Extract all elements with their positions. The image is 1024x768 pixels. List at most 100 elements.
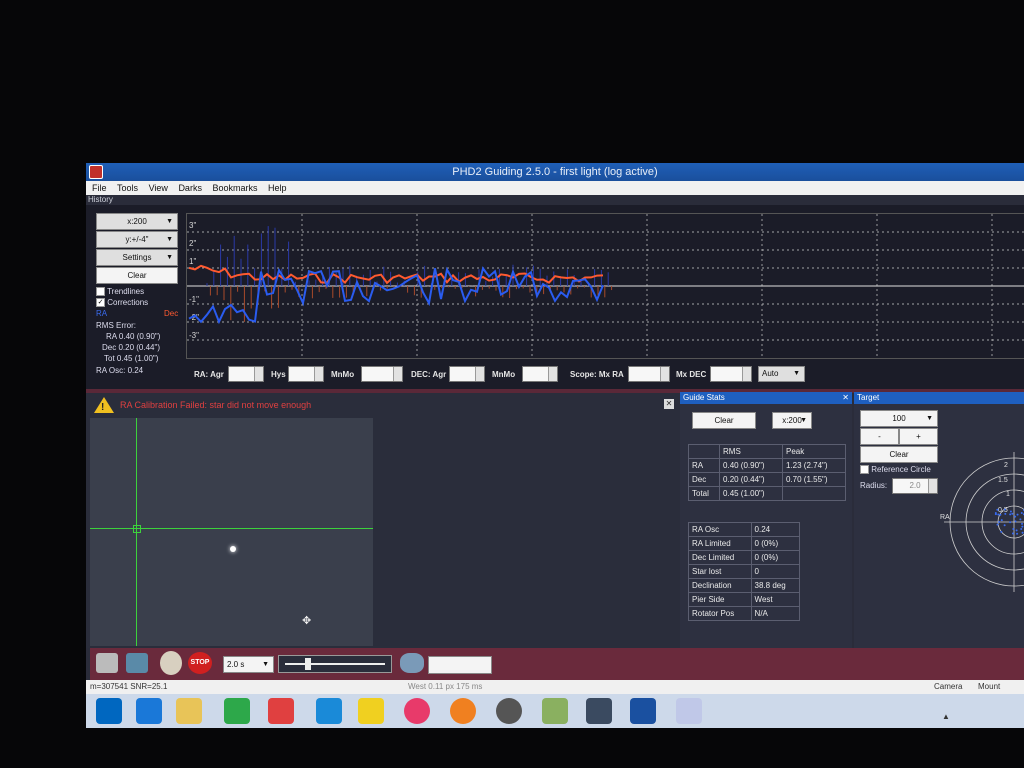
- close-icon[interactable]: ✕: [842, 392, 849, 404]
- row-label: Total: [687, 486, 721, 501]
- menu-view[interactable]: View: [149, 183, 168, 193]
- trendlines-checkbox[interactable]: [96, 287, 105, 297]
- detail-value: West: [750, 592, 801, 607]
- internet-explorer-icon[interactable]: [136, 698, 162, 724]
- target-clear-button[interactable]: Clear: [860, 446, 938, 463]
- status-snr: m=307541 SNR=25.1: [90, 682, 168, 691]
- guide-brain-icon[interactable]: [160, 651, 182, 675]
- mx-ra-spinner[interactable]: [628, 366, 670, 382]
- exposure-value: 2.0 s: [227, 660, 245, 669]
- corrections-option[interactable]: ✓ Corrections: [96, 298, 148, 308]
- target-dot: [1020, 511, 1023, 514]
- menu-tools[interactable]: Tools: [117, 183, 138, 193]
- firefox-icon[interactable]: [450, 698, 476, 724]
- ra-mnmo-spinner[interactable]: [361, 366, 403, 382]
- slider-thumb[interactable]: [305, 658, 311, 670]
- menu-darks[interactable]: Darks: [178, 183, 202, 193]
- target-dot: [1019, 518, 1022, 521]
- dec-legend: Dec: [164, 309, 179, 318]
- reference-circle-option[interactable]: Reference Circle: [860, 465, 931, 475]
- photos-icon[interactable]: [316, 698, 342, 724]
- target-dot: [1000, 530, 1003, 533]
- tray-arrow-icon[interactable]: ▲: [942, 712, 950, 721]
- target-zoom-dropdown[interactable]: 100 ▼: [860, 410, 938, 427]
- menu-bookmarks[interactable]: Bookmarks: [212, 183, 257, 193]
- ra-mnmo-label: MnMo: [331, 370, 355, 379]
- scope-mx-ra-label: Scope: Mx RA: [570, 370, 624, 379]
- chevron-down-icon: ▼: [166, 236, 173, 243]
- target-dot: [1009, 510, 1012, 513]
- radius-spinner[interactable]: 2.0: [892, 478, 938, 494]
- trendlines-option[interactable]: Trendlines: [96, 287, 145, 297]
- hys-spinner[interactable]: [288, 366, 324, 382]
- target-dot: [1000, 519, 1003, 522]
- target-dot: [1014, 515, 1017, 518]
- stop-button[interactable]: STOP: [188, 652, 212, 674]
- menu-file[interactable]: File: [92, 183, 107, 193]
- history-panel: x:200 ▼ y:+/-4" ▼ Settings ▼ Clear Trendlin…: [86, 205, 1024, 389]
- dec-mode-dropdown[interactable]: Auto ▼: [758, 366, 805, 382]
- guide-stats-x-scale-dropdown[interactable]: x:200 ▼: [772, 412, 812, 429]
- table-row: RA Limited 0 (0%): [688, 536, 801, 551]
- brain-settings-icon[interactable]: [400, 653, 424, 673]
- zoom-plus-button[interactable]: +: [899, 428, 938, 445]
- detail-label: RA Limited: [688, 536, 752, 551]
- camera-image[interactable]: ✥: [90, 418, 373, 646]
- chevron-down-icon: ▼: [793, 370, 800, 377]
- alert-close-icon[interactable]: ✕: [664, 399, 674, 409]
- detail-label: Rotator Pos: [688, 606, 752, 621]
- mx-dec-spinner[interactable]: [710, 366, 752, 382]
- gamma-slider[interactable]: [278, 655, 392, 673]
- detail-value: 0: [750, 564, 801, 579]
- target-dot: [996, 508, 999, 511]
- history-clear-button[interactable]: Clear: [96, 267, 178, 284]
- status-star-info: West 0.11 px 175 ms: [408, 682, 483, 691]
- row-label: Dec: [687, 472, 721, 487]
- start-icon[interactable]: [96, 698, 122, 724]
- app-icon-telescope[interactable]: [586, 698, 612, 724]
- app-icon-red[interactable]: [268, 698, 294, 724]
- guide-star[interactable]: [230, 546, 236, 552]
- settings-dropdown[interactable]: Settings ▼: [96, 249, 178, 266]
- status-input[interactable]: [428, 656, 492, 674]
- guide-stats-clear-button[interactable]: Clear: [692, 412, 756, 429]
- store-icon[interactable]: [224, 698, 250, 724]
- history-label: History: [88, 195, 113, 204]
- target-dot: [1003, 524, 1006, 527]
- camera-connect-icon[interactable]: [96, 653, 118, 673]
- hys-label: Hys: [271, 370, 286, 379]
- windows-taskbar: ▲: [86, 694, 1024, 728]
- row-label: RA: [687, 458, 721, 473]
- reference-circle-label: Reference Circle: [871, 465, 931, 474]
- loop-icon[interactable]: [126, 653, 148, 673]
- app-icon-cube[interactable]: [542, 698, 568, 724]
- app-icon-e[interactable]: [630, 698, 656, 724]
- rms-dec: Dec 0.20 (0.44"): [102, 343, 160, 352]
- radius-label: Radius:: [860, 481, 888, 490]
- system-tray-icons[interactable]: ▲: [942, 706, 1002, 721]
- dec-agr-spinner[interactable]: [449, 366, 485, 382]
- detail-value: 0 (0%): [750, 550, 801, 565]
- file-explorer-icon[interactable]: [176, 698, 202, 724]
- corrections-checkbox[interactable]: ✓: [96, 298, 105, 308]
- phd2-taskbar-icon[interactable]: [676, 698, 702, 724]
- target-panel: Target 100 ▼ - + Clear Reference Circle R…: [854, 392, 1024, 648]
- app-icon-w[interactable]: [358, 698, 384, 724]
- target-dot: [996, 523, 999, 526]
- trendlines-label: Trendlines: [107, 287, 145, 296]
- history-graph-svg: 3" 2" 1" -1" -2" -3": [187, 214, 1024, 358]
- chevron-down-icon: ▼: [166, 218, 173, 225]
- dec-mnmo-spinner[interactable]: [522, 366, 558, 382]
- ra-agr-spinner[interactable]: [228, 366, 264, 382]
- target-title: Target: [857, 393, 880, 402]
- target-dot: [1003, 508, 1006, 511]
- zoom-minus-button[interactable]: -: [860, 428, 899, 445]
- x-scale-dropdown[interactable]: x:200 ▼: [96, 213, 178, 230]
- app-icon-pink[interactable]: [404, 698, 430, 724]
- y-scale-dropdown[interactable]: y:+/-4" ▼: [96, 231, 178, 248]
- app-icon-disc[interactable]: [496, 698, 522, 724]
- target-dot: [1014, 520, 1017, 523]
- reference-circle-checkbox[interactable]: [860, 465, 869, 475]
- menu-help[interactable]: Help: [268, 183, 287, 193]
- exposure-dropdown[interactable]: 2.0 s ▼: [223, 656, 274, 673]
